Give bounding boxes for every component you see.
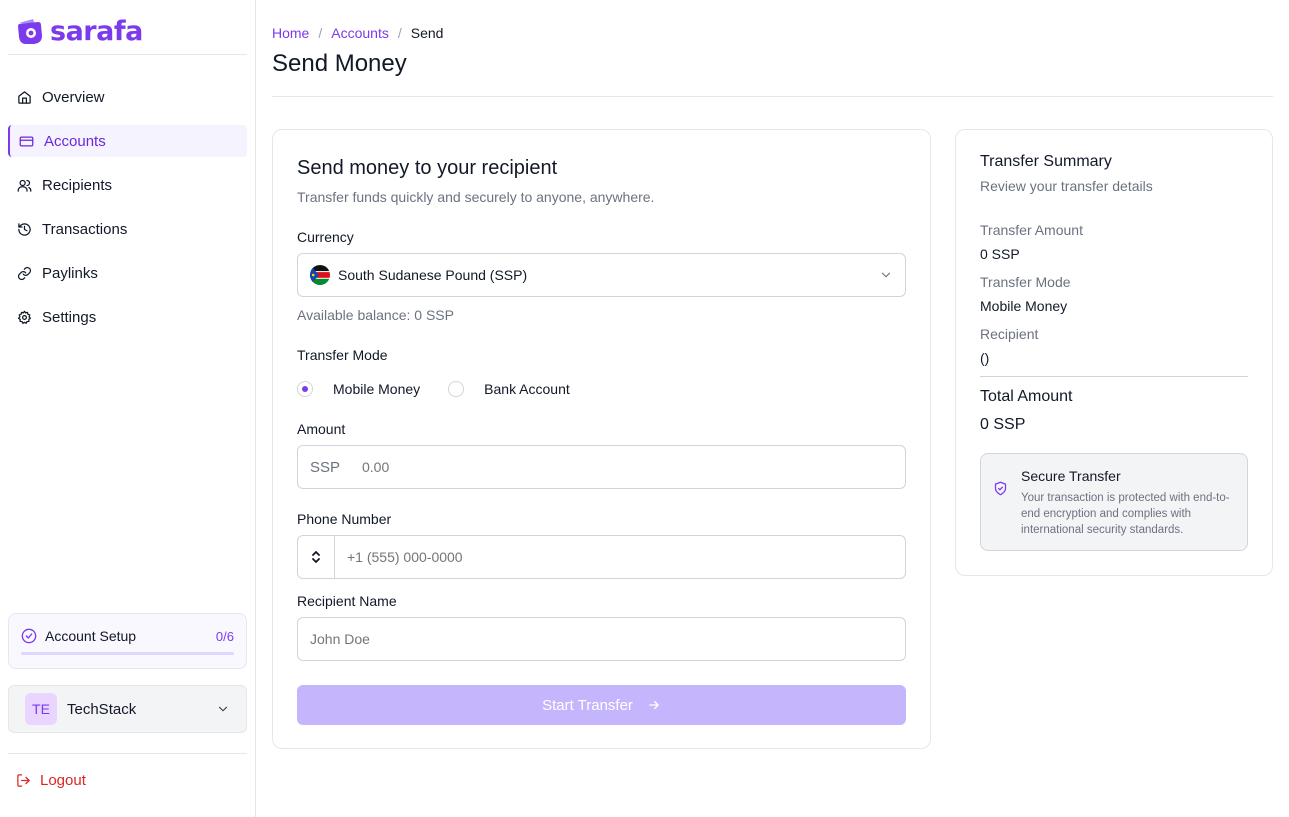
secure-transfer-title: Secure Transfer <box>1021 468 1121 484</box>
chevron-up-down-icon <box>312 551 320 563</box>
transfer-summary-card: Transfer Summary Review your transfer de… <box>955 129 1273 576</box>
shield-check-icon <box>994 481 1007 496</box>
header-divider <box>272 96 1273 97</box>
summary-title: Transfer Summary <box>980 153 1112 170</box>
brand-logo[interactable]: sarafa <box>16 14 143 48</box>
transfer-mode-label: Transfer Mode <box>297 347 388 363</box>
sidebar-item-transactions[interactable]: Transactions <box>8 213 247 245</box>
radio-mobile-money[interactable]: Mobile Money <box>297 381 420 397</box>
link-icon <box>17 266 32 280</box>
logout-label: Logout <box>40 772 86 789</box>
summary-amount-value: 0 SSP <box>980 246 1020 262</box>
radio-indicator-checked[interactable] <box>297 381 313 397</box>
form-subtitle: Transfer funds quickly and securely to a… <box>297 189 655 205</box>
summary-total-value: 0 SSP <box>980 416 1026 433</box>
brand-name: sarafa <box>50 15 143 47</box>
summary-recipient-value: () <box>980 350 990 366</box>
logout-icon <box>17 774 30 787</box>
sidebar-item-label: Recipients <box>42 176 113 194</box>
recipient-name-field[interactable] <box>297 617 906 661</box>
sidebar: sarafa Overview Accounts Recipients Tran… <box>0 0 256 817</box>
org-name: TechStack <box>67 700 137 718</box>
summary-total-label: Total Amount <box>980 388 1073 405</box>
secure-transfer-text: Your transaction is protected with end-t… <box>1021 492 1230 536</box>
sidebar-item-label: Transactions <box>42 220 128 238</box>
sarafa-logo-icon <box>18 19 42 44</box>
secure-transfer-notice: Secure Transfer Your transaction is prot… <box>980 453 1248 551</box>
summary-mode-label: Transfer Mode <box>980 274 1071 290</box>
breadcrumb-home[interactable]: Home <box>272 25 309 41</box>
sidebar-item-overview[interactable]: Overview <box>8 81 247 113</box>
amount-currency-prefix: SSP <box>310 458 341 476</box>
breadcrumb-separator: / <box>397 25 402 41</box>
recipient-name-input[interactable] <box>310 631 905 647</box>
gear-icon <box>18 310 31 324</box>
recipient-name-label: Recipient Name <box>297 593 397 609</box>
users-icon <box>17 179 32 192</box>
country-code-selector[interactable] <box>298 536 335 578</box>
sidebar-item-label: Paylinks <box>42 264 98 282</box>
sidebar-item-paylinks[interactable]: Paylinks <box>8 257 247 289</box>
organization-switcher[interactable]: TE TechStack <box>8 685 247 733</box>
sidebar-item-label: Settings <box>42 308 97 326</box>
phone-number-field[interactable] <box>297 535 906 579</box>
account-setup-card[interactable]: Account Setup 0/6 <box>8 613 247 669</box>
breadcrumb-separator: / <box>318 25 323 41</box>
account-setup-title: Account Setup <box>45 628 137 644</box>
sidebar-divider <box>8 753 247 754</box>
amount-label: Amount <box>297 421 346 437</box>
breadcrumb-accounts[interactable]: Accounts <box>331 25 389 41</box>
sidebar-item-recipients[interactable]: Recipients <box>8 169 247 201</box>
account-setup-progress <box>21 652 234 655</box>
summary-amount-label: Transfer Amount <box>980 222 1083 238</box>
currency-value: South Sudanese Pound (SSP) <box>338 267 528 283</box>
sidebar-item-label: Overview <box>42 88 105 106</box>
page-title: Send Money <box>272 50 407 77</box>
breadcrumb: Home / Accounts / Send <box>272 25 443 41</box>
summary-divider <box>980 376 1248 377</box>
radio-indicator[interactable] <box>448 381 465 397</box>
transfer-mode-radio-group: Mobile Money Bank Account <box>297 381 570 397</box>
sidebar-item-accounts[interactable]: Accounts <box>8 125 247 157</box>
start-transfer-label: Start Transfer <box>542 696 633 714</box>
history-icon <box>18 222 31 236</box>
org-avatar: TE <box>25 693 57 725</box>
currency-select[interactable]: South Sudanese Pound (SSP) <box>297 253 906 297</box>
south-sudan-flag-icon <box>310 265 330 285</box>
available-balance: Available balance: 0 SSP <box>297 307 454 323</box>
amount-input[interactable] <box>362 459 905 475</box>
summary-recipient-label: Recipient <box>980 326 1039 342</box>
sidebar-divider <box>8 54 247 55</box>
chevron-down-icon <box>881 272 891 278</box>
chevron-down-icon <box>218 706 228 712</box>
breadcrumb-current: Send <box>410 25 444 41</box>
start-transfer-button[interactable]: Start Transfer <box>297 685 906 725</box>
phone-number-input[interactable] <box>335 549 905 565</box>
arrow-right-icon <box>649 700 659 710</box>
sidebar-nav: Overview Accounts Recipients Transaction… <box>8 81 247 345</box>
summary-mode-value: Mobile Money <box>980 298 1068 314</box>
form-title: Send money to your recipient <box>297 157 558 179</box>
check-circle-icon <box>21 628 37 644</box>
radio-label: Bank Account <box>484 381 570 397</box>
radio-label: Mobile Money <box>333 381 421 397</box>
logout-button[interactable]: Logout <box>16 772 86 789</box>
summary-subtitle: Review your transfer details <box>980 178 1153 194</box>
radio-bank-account[interactable]: Bank Account <box>448 381 570 397</box>
currency-label: Currency <box>297 229 354 245</box>
phone-number-label: Phone Number <box>297 511 392 527</box>
sidebar-item-settings[interactable]: Settings <box>8 301 247 333</box>
card-icon <box>19 136 34 146</box>
account-setup-count: 0/6 <box>215 628 234 644</box>
sidebar-item-label: Accounts <box>44 132 106 150</box>
amount-field[interactable]: SSP <box>297 445 906 489</box>
send-money-form: Send money to your recipient Transfer fu… <box>272 129 931 749</box>
home-icon <box>18 90 31 104</box>
